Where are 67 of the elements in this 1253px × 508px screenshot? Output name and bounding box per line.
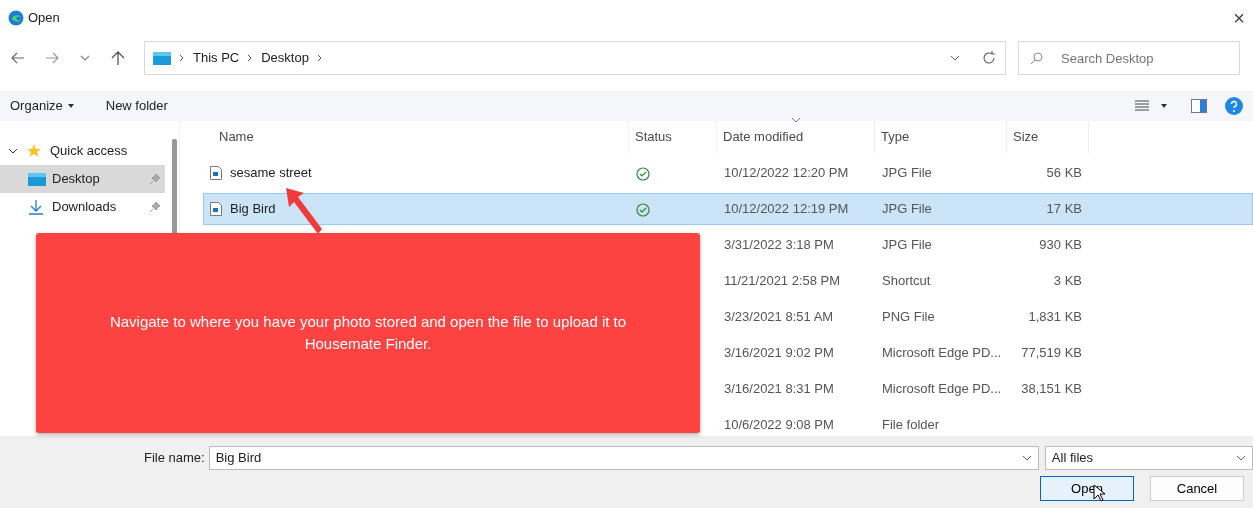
up-arrow-icon[interactable]	[110, 50, 126, 66]
date-cell-text: 3/16/2021 9:02 PM	[723, 344, 835, 363]
size-cell-text: 77,519 KB	[1020, 344, 1083, 363]
size-cell-text: 17 KB	[1045, 200, 1083, 219]
image-file-icon	[210, 202, 222, 216]
back-icon[interactable]	[10, 50, 26, 66]
date-cell-text: 10/6/2022 9:08 PM	[723, 416, 835, 435]
column-header[interactable]: Size	[1007, 121, 1089, 153]
pc-icon	[153, 50, 171, 66]
type-cell-text: JPG File	[881, 164, 933, 183]
file-name-field[interactable]: Big Bird	[208, 446, 1039, 470]
sidebar-item[interactable]: Quick access	[0, 137, 165, 165]
size-cell-text: 38,151 KB	[1020, 380, 1083, 399]
new-folder-button[interactable]: New folder	[105, 96, 168, 116]
image-file-icon	[210, 166, 222, 180]
address-bar[interactable]: This PC Desktop	[144, 41, 1006, 75]
file-name: Big Bird	[230, 200, 276, 219]
column-header[interactable]: Name	[203, 121, 629, 153]
date-cell-text: 3/16/2021 8:31 PM	[723, 380, 835, 399]
date-cell-text: 10/12/2022 12:20 PM	[723, 164, 850, 183]
type-cell-text: Shortcut	[881, 272, 932, 291]
file-name: sesame street	[230, 164, 312, 183]
type-cell-text: Microsoft Edge PD...	[881, 344, 1003, 363]
search-icon	[1030, 51, 1044, 65]
column-header[interactable]: Date modified	[717, 121, 875, 153]
refresh-icon[interactable]	[981, 50, 997, 66]
type-cell-text: Microsoft Edge PD...	[881, 380, 1003, 399]
sidebar-item[interactable]: Desktop	[0, 165, 165, 193]
size-cell-text: 930 KB	[1038, 236, 1083, 255]
type-cell-text: JPG File	[881, 236, 933, 255]
column-header[interactable]: Type	[875, 121, 1007, 153]
browser-logo-icon	[8, 10, 24, 26]
file-type-dropdown[interactable]: All files	[1044, 446, 1253, 470]
type-cell-text: File folder	[881, 416, 941, 435]
size-cell-text: 3 KB	[1052, 272, 1083, 291]
window-title: Open	[28, 9, 60, 28]
caret-icon	[65, 102, 76, 110]
download-icon	[28, 199, 46, 215]
chevron-right-icon	[315, 53, 324, 63]
desktop-icon	[28, 171, 46, 187]
breadcrumb-link[interactable]: Desktop	[261, 48, 309, 68]
date-cell-text: 10/12/2022 12:19 PM	[723, 200, 850, 219]
caret-icon	[1159, 102, 1169, 110]
file-row[interactable]: sesame street 10/12/2022 12:20 PM JPG File 56 KB	[203, 157, 1253, 189]
instruction-tooltip: Navigate to where you have your photo stored and open the file to upload it to Housemate Finder.	[36, 233, 700, 433]
preview-pane-icon[interactable]	[1191, 99, 1207, 113]
dropdown-icon	[1236, 454, 1246, 462]
date-cell-text: 3/23/2021 8:51 AM	[723, 308, 835, 327]
organize-menu[interactable]: Organize	[10, 96, 63, 116]
size-cell-text: 56 KB	[1045, 164, 1083, 183]
type-cell-text: JPG File	[881, 200, 933, 219]
type-cell-text: PNG File	[881, 308, 936, 327]
column-header[interactable]: Status	[629, 121, 717, 153]
dropdown-icon	[1021, 454, 1032, 462]
date-cell-text: 3/31/2022 3:18 PM	[723, 236, 835, 255]
search-field[interactable]: Search Desktop	[1018, 41, 1240, 75]
forward-icon[interactable]	[44, 50, 60, 66]
size-cell-text: 1,831 KB	[1027, 308, 1083, 327]
sidebar-item[interactable]: Downloads	[0, 193, 165, 221]
date-cell-text: 11/21/2021 2:58 PM	[723, 272, 842, 291]
cancel-button[interactable]: Cancel	[1150, 476, 1244, 501]
file-row[interactable]: Big Bird 10/12/2022 12:19 PM JPG File 17 KB	[203, 193, 1253, 225]
breadcrumb-link[interactable]: This PC	[193, 48, 240, 68]
close-button[interactable]: ×	[1233, 3, 1245, 33]
help-icon	[1225, 97, 1243, 115]
chevron-right-icon	[178, 53, 186, 63]
field-label: File name:	[144, 449, 205, 468]
